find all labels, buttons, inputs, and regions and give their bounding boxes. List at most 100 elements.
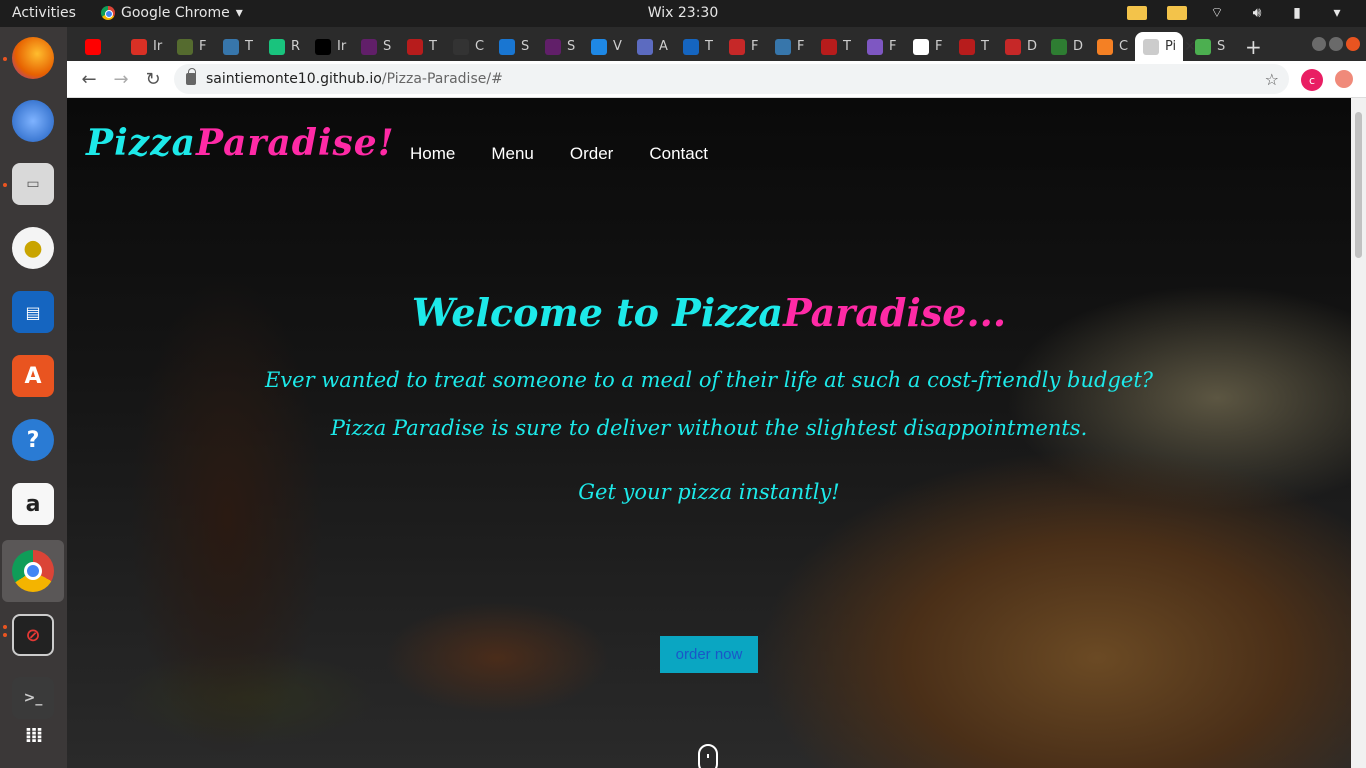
page-scrollbar[interactable] [1351, 98, 1366, 768]
tab-label: Ir [153, 39, 163, 54]
nav-home[interactable]: Home [410, 144, 455, 164]
new-tab-button[interactable]: + [1245, 35, 1262, 59]
close-window-button[interactable] [1346, 37, 1360, 51]
tab[interactable]: V [583, 32, 624, 61]
generic-icon [729, 38, 745, 55]
tab-label: A [659, 39, 668, 54]
tab-label: F [199, 39, 207, 54]
tab[interactable]: C [445, 32, 486, 61]
tab[interactable]: T [813, 32, 854, 61]
tab[interactable]: Ir [123, 32, 164, 61]
generic-icon [1051, 38, 1067, 55]
firefox-icon[interactable] [8, 33, 58, 83]
tab[interactable]: T [399, 32, 440, 61]
running-indicator [3, 633, 7, 637]
reload-button[interactable]: ↻ [142, 68, 164, 90]
software-store-icon[interactable]: A [8, 351, 58, 401]
logo-text-pizza: Pizza [86, 122, 196, 164]
chrome-icon[interactable] [2, 540, 64, 602]
tab[interactable]: F [721, 32, 762, 61]
tab[interactable]: D [1043, 32, 1084, 61]
tab[interactable]: T [951, 32, 992, 61]
tab[interactable]: F [767, 32, 808, 61]
scroll-down-icon[interactable] [698, 744, 718, 768]
tab-label: F [889, 39, 897, 54]
window-controls [1312, 37, 1360, 51]
tab-label: S [1217, 39, 1226, 54]
hero-title-part2: Paradise... [783, 290, 1007, 335]
profile-avatar[interactable]: c [1301, 69, 1323, 91]
tab[interactable]: A [629, 32, 670, 61]
tab-label: C [475, 39, 485, 54]
chevron-down-icon[interactable]: ▾ [1326, 4, 1348, 22]
tab-label: T [429, 39, 437, 54]
amazon-icon[interactable]: a [8, 479, 58, 529]
blocked-app-icon[interactable]: ⊘ [8, 610, 58, 660]
address-bar[interactable]: saintiemonte10.github.io/Pizza-Paradise/… [174, 64, 1289, 94]
folder-icon[interactable] [1126, 4, 1148, 22]
bookmark-star-icon[interactable]: ☆ [1265, 70, 1279, 89]
youtube-icon [85, 38, 101, 55]
tab[interactable]: S [537, 32, 578, 61]
wifi-icon[interactable]: ⌔ [1206, 4, 1228, 22]
generic-icon [867, 38, 883, 55]
activities-button[interactable]: Activities [12, 5, 76, 21]
volume-icon[interactable]: 🔊︎ [1246, 4, 1268, 22]
show-applications-icon[interactable]: ⁞⁞⁞ [8, 710, 58, 760]
order-now-button[interactable]: order now [660, 636, 758, 673]
url-path: /Pizza-Paradise/# [381, 71, 503, 87]
stackoverflow-icon [1097, 38, 1113, 55]
files-icon[interactable]: ▭ [8, 159, 58, 209]
rhythmbox-icon[interactable]: ● [8, 223, 58, 273]
app-menu[interactable]: Google Chrome ▾ [101, 5, 243, 21]
hero-line-1: Ever wanted to treat someone to a meal o… [264, 368, 1154, 392]
tab-label: V [613, 39, 622, 54]
nav-menu[interactable]: Menu [491, 144, 534, 164]
folder-icon[interactable] [1166, 4, 1188, 22]
python-icon [775, 38, 791, 55]
tab[interactable]: R [261, 32, 302, 61]
tab[interactable]: S [353, 32, 394, 61]
writer-icon[interactable]: ▤ [8, 287, 58, 337]
generic-icon [177, 38, 193, 55]
back-button[interactable]: ← [78, 68, 100, 90]
nav-contact[interactable]: Contact [649, 144, 708, 164]
tab[interactable]: Ir [307, 32, 348, 61]
forward-button[interactable]: → [110, 68, 132, 90]
help-icon[interactable]: ? [8, 415, 58, 465]
tab-active[interactable]: Pi ✕ [1135, 32, 1196, 61]
nav-order[interactable]: Order [570, 144, 613, 164]
tab[interactable]: T [215, 32, 256, 61]
extension-icon[interactable] [1335, 70, 1353, 88]
thunderbird-icon[interactable] [8, 96, 58, 146]
hero-line-3: Get your pizza instantly! [578, 480, 840, 504]
tab[interactable]: D [997, 32, 1038, 61]
system-top-bar: Activities Google Chrome ▾ Wix 23:30 ⌔ 🔊… [0, 0, 1366, 27]
terminal-icon [499, 38, 515, 55]
generic-icon [683, 38, 699, 55]
tab[interactable]: T [675, 32, 716, 61]
tab[interactable]: S [491, 32, 532, 61]
minimize-button[interactable] [1312, 37, 1326, 51]
slack-icon [545, 38, 561, 55]
tab[interactable] [77, 32, 118, 61]
battery-icon[interactable]: ▮ [1286, 4, 1308, 22]
tab-label: T [705, 39, 713, 54]
generic-icon [1143, 38, 1159, 55]
tab[interactable]: F [905, 32, 946, 61]
maximize-button[interactable] [1329, 37, 1343, 51]
gmail-icon [131, 38, 147, 55]
lock-icon[interactable] [186, 68, 196, 85]
tab[interactable]: F [859, 32, 900, 61]
web-page: PizzaParadise! Home Menu Order Contact W… [67, 98, 1351, 768]
system-tray: ⌔ 🔊︎ ▮ ▾ [1126, 4, 1348, 22]
generic-icon [453, 38, 469, 55]
scrollbar-thumb[interactable] [1355, 112, 1362, 258]
tab[interactable]: C [1089, 32, 1130, 61]
tab[interactable]: F [169, 32, 210, 61]
tab[interactable]: S [1187, 32, 1228, 61]
tab-label: S [383, 39, 392, 54]
python-icon [223, 38, 239, 55]
tab-label: Pi [1165, 39, 1177, 54]
site-logo[interactable]: PizzaParadise! [86, 122, 395, 164]
